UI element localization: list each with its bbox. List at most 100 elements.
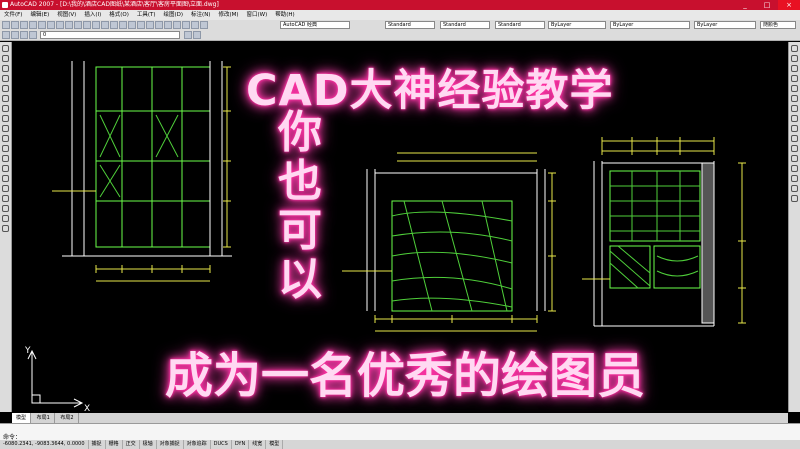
undo-icon[interactable] bbox=[92, 21, 100, 29]
plot-style-dropdown[interactable]: 随颜色 bbox=[760, 21, 796, 29]
properties-icon[interactable] bbox=[146, 21, 154, 29]
line-icon[interactable] bbox=[2, 45, 9, 52]
menu-draw[interactable]: 绘图(D) bbox=[160, 10, 188, 20]
tab-layout-1[interactable]: 布局1 bbox=[33, 413, 55, 423]
zoom-realtime-icon[interactable] bbox=[119, 21, 127, 29]
polar-toggle[interactable]: 极轴 bbox=[140, 440, 157, 449]
calculator-icon[interactable] bbox=[191, 21, 199, 29]
table-style-dropdown[interactable]: Standard bbox=[495, 21, 545, 29]
snap-toggle[interactable]: 捕捉 bbox=[89, 440, 106, 449]
copy-icon[interactable] bbox=[65, 21, 73, 29]
pan-icon[interactable] bbox=[110, 21, 118, 29]
menu-edit[interactable]: 编辑(E) bbox=[26, 10, 53, 20]
polygon-icon[interactable] bbox=[2, 75, 9, 82]
explode-icon[interactable] bbox=[791, 195, 798, 202]
stretch-icon[interactable] bbox=[791, 125, 798, 132]
rotate-icon[interactable] bbox=[791, 105, 798, 112]
table-icon[interactable] bbox=[2, 215, 9, 222]
trim-icon[interactable] bbox=[791, 135, 798, 142]
menu-dimension[interactable]: 标注(N) bbox=[187, 10, 214, 20]
break-icon[interactable] bbox=[791, 155, 798, 162]
minimize-button[interactable]: _ bbox=[734, 0, 756, 10]
construction-line-icon[interactable] bbox=[2, 55, 9, 62]
match-properties-icon[interactable] bbox=[83, 21, 91, 29]
autocad-app-icon[interactable] bbox=[2, 2, 8, 8]
zoom-previous-icon[interactable] bbox=[137, 21, 145, 29]
spline-icon[interactable] bbox=[2, 125, 9, 132]
lock-icon[interactable] bbox=[29, 31, 37, 39]
text-style-dropdown[interactable]: Standard bbox=[385, 21, 435, 29]
point-icon[interactable] bbox=[2, 175, 9, 182]
dim-style-dropdown[interactable]: Standard bbox=[440, 21, 490, 29]
print-icon[interactable] bbox=[29, 21, 37, 29]
move-icon[interactable] bbox=[791, 95, 798, 102]
gradient-icon[interactable] bbox=[2, 195, 9, 202]
arc-icon[interactable] bbox=[2, 95, 9, 102]
tool-palettes-icon[interactable] bbox=[164, 21, 172, 29]
mirror-icon[interactable] bbox=[791, 65, 798, 72]
new-icon[interactable] bbox=[2, 21, 10, 29]
save-icon[interactable] bbox=[20, 21, 28, 29]
make-current-layer-icon[interactable] bbox=[184, 31, 192, 39]
menu-window[interactable]: 窗口(W) bbox=[243, 10, 272, 20]
ortho-toggle[interactable]: 正交 bbox=[123, 440, 140, 449]
fillet-icon[interactable] bbox=[791, 185, 798, 192]
hatch-icon[interactable] bbox=[2, 185, 9, 192]
erase-icon[interactable] bbox=[791, 45, 798, 52]
design-center-icon[interactable] bbox=[155, 21, 163, 29]
light-bulb-icon[interactable] bbox=[11, 31, 19, 39]
tab-layout-2[interactable]: 布局2 bbox=[56, 413, 79, 423]
open-icon[interactable] bbox=[11, 21, 19, 29]
revision-cloud-icon[interactable] bbox=[2, 115, 9, 122]
color-dropdown[interactable]: ByLayer bbox=[548, 21, 606, 29]
redo-icon[interactable] bbox=[101, 21, 109, 29]
close-button[interactable]: × bbox=[778, 0, 800, 10]
array-icon[interactable] bbox=[791, 85, 798, 92]
make-block-icon[interactable] bbox=[2, 165, 9, 172]
menu-insert[interactable]: 插入(I) bbox=[80, 10, 105, 20]
sun-icon[interactable] bbox=[20, 31, 28, 39]
zoom-window-icon[interactable] bbox=[128, 21, 136, 29]
lineweight-dropdown[interactable]: ByLayer bbox=[694, 21, 756, 29]
circle-icon[interactable] bbox=[2, 105, 9, 112]
dyn-toggle[interactable]: DYN bbox=[232, 440, 250, 449]
chamfer-icon[interactable] bbox=[791, 175, 798, 182]
region-icon[interactable] bbox=[2, 205, 9, 212]
command-line[interactable]: 命令： bbox=[0, 423, 800, 441]
multiline-text-icon[interactable] bbox=[2, 225, 9, 232]
otrack-toggle[interactable]: 对象追踪 bbox=[184, 440, 211, 449]
cut-icon[interactable] bbox=[56, 21, 64, 29]
ellipse-icon[interactable] bbox=[2, 135, 9, 142]
layer-previous-icon[interactable] bbox=[193, 31, 201, 39]
rectangle-icon[interactable] bbox=[2, 85, 9, 92]
join-icon[interactable] bbox=[791, 165, 798, 172]
menu-help[interactable]: 帮助(H) bbox=[271, 10, 298, 20]
menu-modify[interactable]: 修改(M) bbox=[214, 10, 242, 20]
preview-icon[interactable] bbox=[38, 21, 46, 29]
insert-block-icon[interactable] bbox=[2, 155, 9, 162]
tab-model[interactable]: 模型 bbox=[12, 413, 32, 423]
menu-format[interactable]: 格式(O) bbox=[105, 10, 133, 20]
layer-manager-icon[interactable] bbox=[2, 31, 10, 39]
menu-tools[interactable]: 工具(T) bbox=[133, 10, 160, 20]
copy-object-icon[interactable] bbox=[791, 55, 798, 62]
layer-dropdown[interactable]: 0 bbox=[40, 31, 180, 39]
offset-icon[interactable] bbox=[791, 75, 798, 82]
maximize-button[interactable]: □ bbox=[756, 0, 778, 10]
scale-icon[interactable] bbox=[791, 115, 798, 122]
polyline-icon[interactable] bbox=[2, 65, 9, 72]
osnap-toggle[interactable]: 对象捕捉 bbox=[157, 440, 184, 449]
extend-icon[interactable] bbox=[791, 145, 798, 152]
sheet-set-icon[interactable] bbox=[173, 21, 181, 29]
model-toggle[interactable]: 模型 bbox=[266, 440, 284, 449]
ducs-toggle[interactable]: DUCS bbox=[211, 440, 232, 449]
paste-icon[interactable] bbox=[74, 21, 82, 29]
linetype-dropdown[interactable]: ByLayer bbox=[610, 21, 690, 29]
workspace-dropdown[interactable]: AutoCAD 经典 bbox=[280, 21, 350, 29]
grid-toggle[interactable]: 栅格 bbox=[106, 440, 123, 449]
publish-icon[interactable] bbox=[47, 21, 55, 29]
help-icon[interactable] bbox=[200, 21, 208, 29]
lineweight-toggle[interactable]: 线宽 bbox=[249, 440, 267, 449]
menu-view[interactable]: 视图(V) bbox=[53, 10, 80, 20]
menu-file[interactable]: 文件(F) bbox=[0, 10, 26, 20]
